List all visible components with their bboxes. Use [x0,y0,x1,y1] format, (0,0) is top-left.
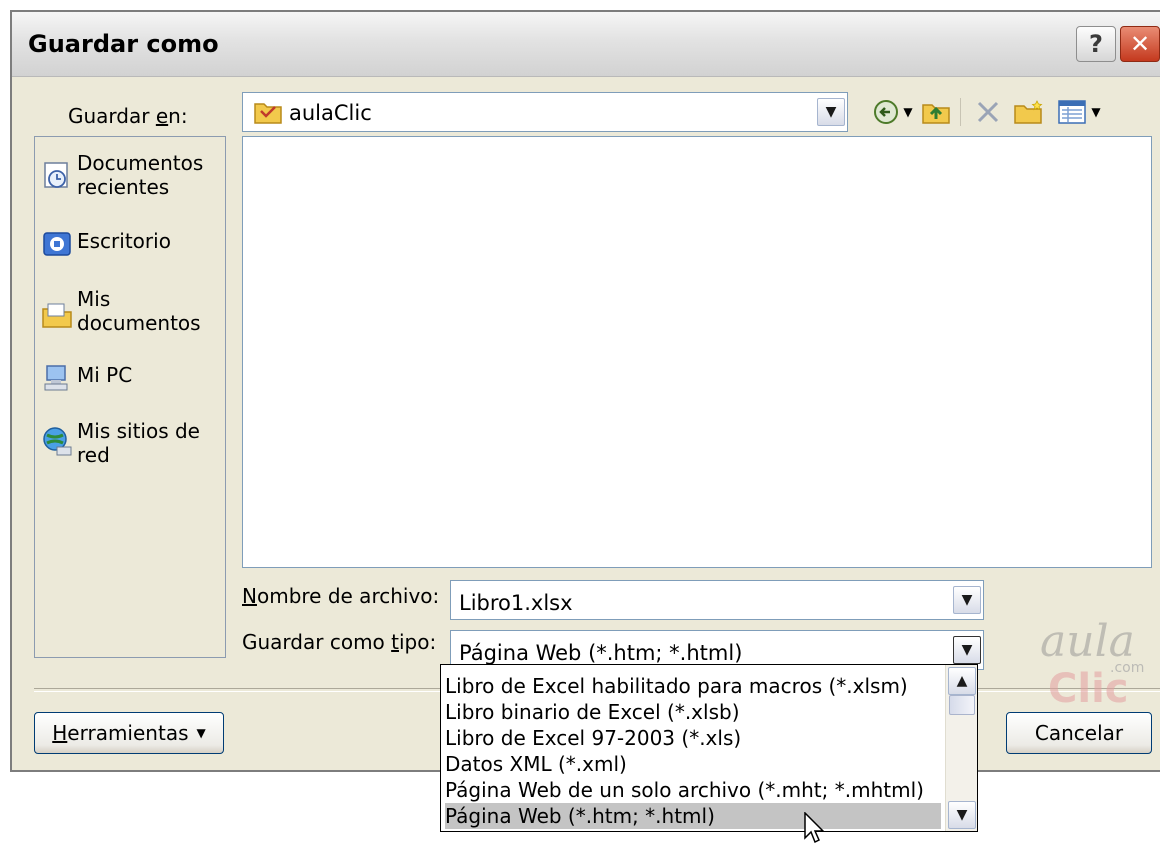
help-icon: ? [1089,30,1103,58]
save-in-dropdown-button[interactable]: ▼ [817,98,845,126]
network-places-icon [43,427,72,456]
file-type-option[interactable]: Libro binario de Excel (*.xlsb) [445,699,941,725]
file-name-label: Nombre de archivo: [242,584,440,608]
new-folder-icon [1014,100,1043,124]
scroll-up-button[interactable]: ▲ [948,667,976,695]
help-button[interactable]: ? [1076,26,1116,62]
place-label: Escritorio [77,229,171,253]
places-bar: Documentos recientes Escritorio Mis docu… [34,136,226,658]
mouse-cursor-icon [804,812,825,844]
place-label: Mi PC [77,363,133,387]
save-in-value: aulaClic [289,101,372,125]
file-type-list[interactable]: Libro de Excel habilitado para macros (*… [440,664,978,832]
cancel-button[interactable]: Cancelar [1006,712,1152,754]
chevron-up-icon: ▲ [956,673,968,689]
my-computer-icon [44,365,68,391]
file-type-option[interactable]: Libro de Excel 97-2003 (*.xls) [445,725,941,751]
chevron-down-icon: ▼ [961,592,973,608]
file-type-option-selected[interactable]: Página Web (*.htm; *.html) [445,803,941,829]
close-icon: ✕ [1129,30,1151,58]
views-dropdown-button[interactable]: ▼ [1088,96,1104,128]
file-type-label: Guardar como tipo: [242,630,437,654]
place-network[interactable]: Mis sitios de red [41,419,225,467]
delete-button[interactable] [972,96,1004,128]
scroll-down-button[interactable]: ▼ [948,801,976,829]
file-type-value: Página Web (*.htm; *.html) [459,641,743,665]
chevron-down-icon: ▼ [956,807,968,823]
chevron-down-icon: ▼ [903,105,913,119]
toolbar-separator [960,98,961,126]
file-type-list-scrollbar[interactable]: ▲ ▼ [945,665,977,831]
close-button[interactable]: ✕ [1120,26,1160,62]
place-label: Mis sitios de red [77,419,200,467]
chevron-down-icon: ▼ [1091,105,1101,119]
file-name-dropdown-button[interactable]: ▼ [953,586,981,614]
scrollbar-thumb[interactable] [949,695,975,715]
title-bar[interactable]: Guardar como ? ✕ [12,12,1160,77]
back-icon [874,100,898,124]
chevron-down-icon: ▼ [825,104,837,120]
views-icon [1058,100,1086,124]
file-type-option[interactable]: Datos XML (*.xml) [445,751,941,777]
up-folder-icon [922,104,950,124]
save-in-label: Guardar en: [68,104,188,128]
my-documents-icon [42,303,72,328]
chevron-down-icon: ▼ [961,642,973,658]
file-type-option[interactable]: Libro de Excel habilitado para macros (*… [445,673,941,699]
up-folder-button[interactable] [920,96,952,128]
back-dropdown-button[interactable]: ▼ [900,96,916,128]
file-list[interactable] [242,136,1152,568]
back-button[interactable] [870,96,902,128]
aulaclic-watermark-suffix: .com [1110,660,1145,676]
chevron-down-icon: ▼ [196,726,206,740]
tools-button[interactable]: Herramientas ▼ [34,712,224,754]
place-label: Documentos recientes [77,151,204,199]
file-type-option[interactable]: Página Web de un solo archivo (*.mht; *.… [445,777,941,803]
file-type-dropdown-button[interactable]: ▼ [953,636,981,664]
delete-icon [977,101,999,123]
place-my-computer[interactable]: Mi PC [41,363,225,395]
save-as-dialog: Guardar como ? ✕ Guardar en: aulaClic ▼ … [10,10,1160,772]
recent-documents-icon [44,162,68,188]
save-in-dropdown[interactable]: aulaClic ▼ [242,92,848,132]
desktop-icon [43,232,71,256]
views-button[interactable] [1056,96,1088,128]
folder-icon [254,103,282,124]
place-desktop[interactable]: Escritorio [41,229,225,261]
place-label: Mis documentos [77,287,201,335]
file-name-value: Libro1.xlsx [459,591,573,615]
new-folder-button[interactable] [1012,96,1044,128]
file-name-input[interactable]: Libro1.xlsx ▼ [450,580,984,620]
dialog-title: Guardar como [28,30,219,58]
place-recent-documents[interactable]: Documentos recientes [41,151,225,199]
place-my-documents[interactable]: Mis documentos [41,287,225,335]
